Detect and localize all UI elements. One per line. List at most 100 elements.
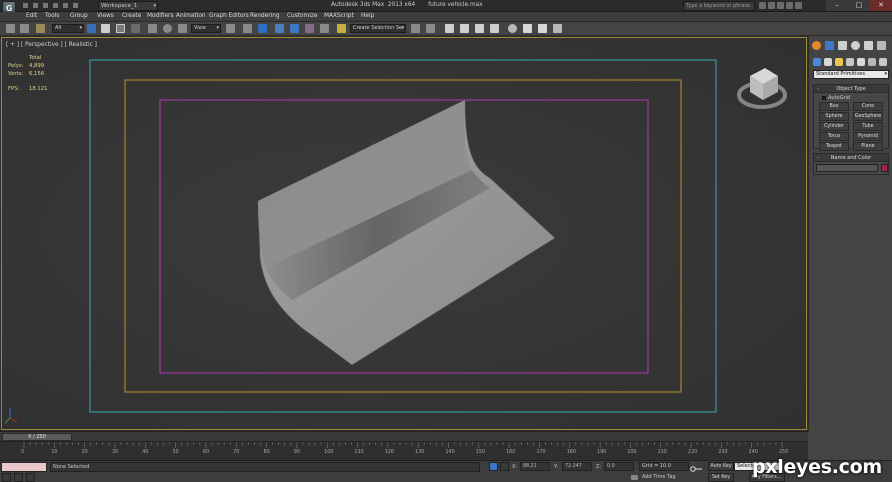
minimize-button[interactable]: – <box>826 0 848 11</box>
selection-lock-icon[interactable] <box>489 462 498 471</box>
x-coordinate-field[interactable]: 88.21 <box>520 462 550 471</box>
modify-tab-icon[interactable] <box>825 41 834 50</box>
undo-icon[interactable] <box>6 24 15 33</box>
motion-tab-icon[interactable] <box>851 41 860 50</box>
menu-graph-editors[interactable]: Graph Editors <box>209 13 249 19</box>
geometry-icon[interactable] <box>813 58 821 66</box>
z-coordinate-field[interactable]: 0.0 <box>604 462 634 471</box>
object-type-rollout-header[interactable]: - Object Type <box>814 85 888 93</box>
view-cube-icon[interactable] <box>737 68 787 109</box>
percent-snap-icon[interactable] <box>305 24 314 33</box>
autogrid-checkbox[interactable]: AutoGrid <box>822 95 850 101</box>
material-editor-icon[interactable] <box>508 24 517 33</box>
sphere-button[interactable]: Sphere <box>819 112 849 121</box>
select-object-icon[interactable] <box>87 24 96 33</box>
subscription-icon[interactable] <box>768 2 775 9</box>
prompt-line-icon[interactable] <box>2 473 11 482</box>
set-key-button[interactable]: Set Key <box>708 473 734 482</box>
cone-button[interactable]: Cone <box>853 102 883 111</box>
menu-help[interactable]: Help <box>361 13 374 19</box>
primitive-category-dropdown[interactable]: Standard Primitives ▾ <box>813 70 889 79</box>
align-icon[interactable] <box>426 24 435 33</box>
teapot-button[interactable]: Teapot <box>819 142 849 151</box>
reference-coordinate-dropdown[interactable]: View ▾ <box>191 24 221 33</box>
menu-edit[interactable]: Edit <box>26 13 37 19</box>
maximize-button[interactable]: □ <box>848 0 870 11</box>
auto-key-button[interactable]: Auto Key <box>708 462 734 471</box>
menu-maxscript[interactable]: MAXScript <box>324 13 354 19</box>
rotate-icon[interactable] <box>163 24 172 33</box>
menu-modifiers[interactable]: Modifiers <box>147 13 173 19</box>
menu-group[interactable]: Group <box>70 13 88 19</box>
select-by-name-icon[interactable] <box>101 24 110 33</box>
layer-manager-icon[interactable] <box>445 24 454 33</box>
space-warps-icon[interactable] <box>868 58 876 66</box>
plane-button[interactable]: Plane <box>853 142 883 151</box>
help-search-input[interactable]: Type a keyword or phrase <box>683 1 755 11</box>
menu-tools[interactable]: Tools <box>45 13 59 19</box>
snaps-toggle-icon[interactable] <box>275 24 284 33</box>
pivot-center-icon[interactable] <box>226 24 235 33</box>
hierarchy-tab-icon[interactable] <box>838 41 847 50</box>
new-file-icon[interactable] <box>22 2 29 9</box>
link-icon[interactable] <box>36 24 45 33</box>
viewport-label[interactable]: [ + ] [ Perspective ] [ Realistic ] <box>6 42 97 48</box>
named-selection-set-dropdown[interactable]: Create Selection Se ▾ <box>350 24 406 33</box>
redo-icon[interactable] <box>20 24 29 33</box>
window-crossing-icon[interactable] <box>131 24 140 33</box>
project-folder-icon[interactable] <box>72 2 79 9</box>
keyboard-shortcut-override-icon[interactable] <box>258 24 267 33</box>
torus-button[interactable]: Torus <box>819 132 849 141</box>
name-and-color-rollout-header[interactable]: - Name and Color <box>814 154 888 162</box>
spinner-snap-icon[interactable] <box>320 24 329 33</box>
angle-snap-icon[interactable] <box>290 24 299 33</box>
cameras-icon[interactable] <box>846 58 854 66</box>
undo-icon[interactable] <box>52 2 59 9</box>
helpers-icon[interactable] <box>857 58 865 66</box>
scale-icon[interactable] <box>178 24 187 33</box>
menu-rendering[interactable]: Rendering <box>250 13 280 19</box>
render-production-icon[interactable] <box>553 24 562 33</box>
menu-animation[interactable]: Animation <box>176 13 206 19</box>
menu-views[interactable]: Views <box>97 13 114 19</box>
geosphere-button[interactable]: GeoSphere <box>853 112 883 121</box>
time-slider[interactable]: 0 / 250 <box>0 431 808 441</box>
object-name-input[interactable] <box>816 164 878 172</box>
graphite-tools-icon[interactable] <box>460 24 469 33</box>
box-button[interactable]: Box <box>819 102 849 111</box>
isolate-icon[interactable] <box>26 473 35 482</box>
curve-editor-icon[interactable] <box>475 24 484 33</box>
edit-named-selection-icon[interactable] <box>337 24 346 33</box>
systems-icon[interactable] <box>879 58 887 66</box>
curved-sheet-object[interactable] <box>257 99 556 366</box>
cylinder-button[interactable]: Cylinder <box>819 122 849 131</box>
redo-icon[interactable] <box>62 2 69 9</box>
select-manipulate-icon[interactable] <box>243 24 252 33</box>
move-icon[interactable] <box>148 24 157 33</box>
pyramid-button[interactable]: Pyramid <box>853 132 883 141</box>
maxscript-mini-listener[interactable] <box>1 462 47 472</box>
communication-center-icon[interactable] <box>777 2 784 9</box>
selection-filter-dropdown[interactable]: All ▾ <box>52 24 84 33</box>
create-tab-icon[interactable] <box>812 41 821 50</box>
lights-icon[interactable] <box>835 58 843 66</box>
render-setup-icon[interactable] <box>523 24 532 33</box>
open-file-icon[interactable] <box>32 2 39 9</box>
rendered-frame-window-icon[interactable] <box>538 24 547 33</box>
favorites-icon[interactable] <box>786 2 793 9</box>
track-bar[interactable]: 0 10 20 30 40 50 60 70 80 90 100 110 120 130 140 150 160… <box>0 441 808 460</box>
tube-button[interactable]: Tube <box>853 122 883 131</box>
close-button[interactable]: ✕ <box>870 0 892 11</box>
mirror-icon[interactable] <box>411 24 420 33</box>
listener-icon[interactable] <box>14 473 23 482</box>
workspace-dropdown[interactable]: Workspace_1 ▾ <box>98 1 158 11</box>
object-color-swatch[interactable] <box>881 164 888 172</box>
save-file-icon[interactable] <box>42 2 49 9</box>
rectangular-selection-icon[interactable] <box>116 24 125 33</box>
utilities-tab-icon[interactable] <box>877 41 886 50</box>
search-icon[interactable] <box>759 2 766 9</box>
schematic-view-icon[interactable] <box>490 24 499 33</box>
display-tab-icon[interactable] <box>864 41 873 50</box>
time-slider-handle[interactable]: 0 / 250 <box>2 433 72 441</box>
perspective-viewport[interactable]: [ + ] [ Perspective ] [ Realistic ] Tota… <box>1 37 807 430</box>
